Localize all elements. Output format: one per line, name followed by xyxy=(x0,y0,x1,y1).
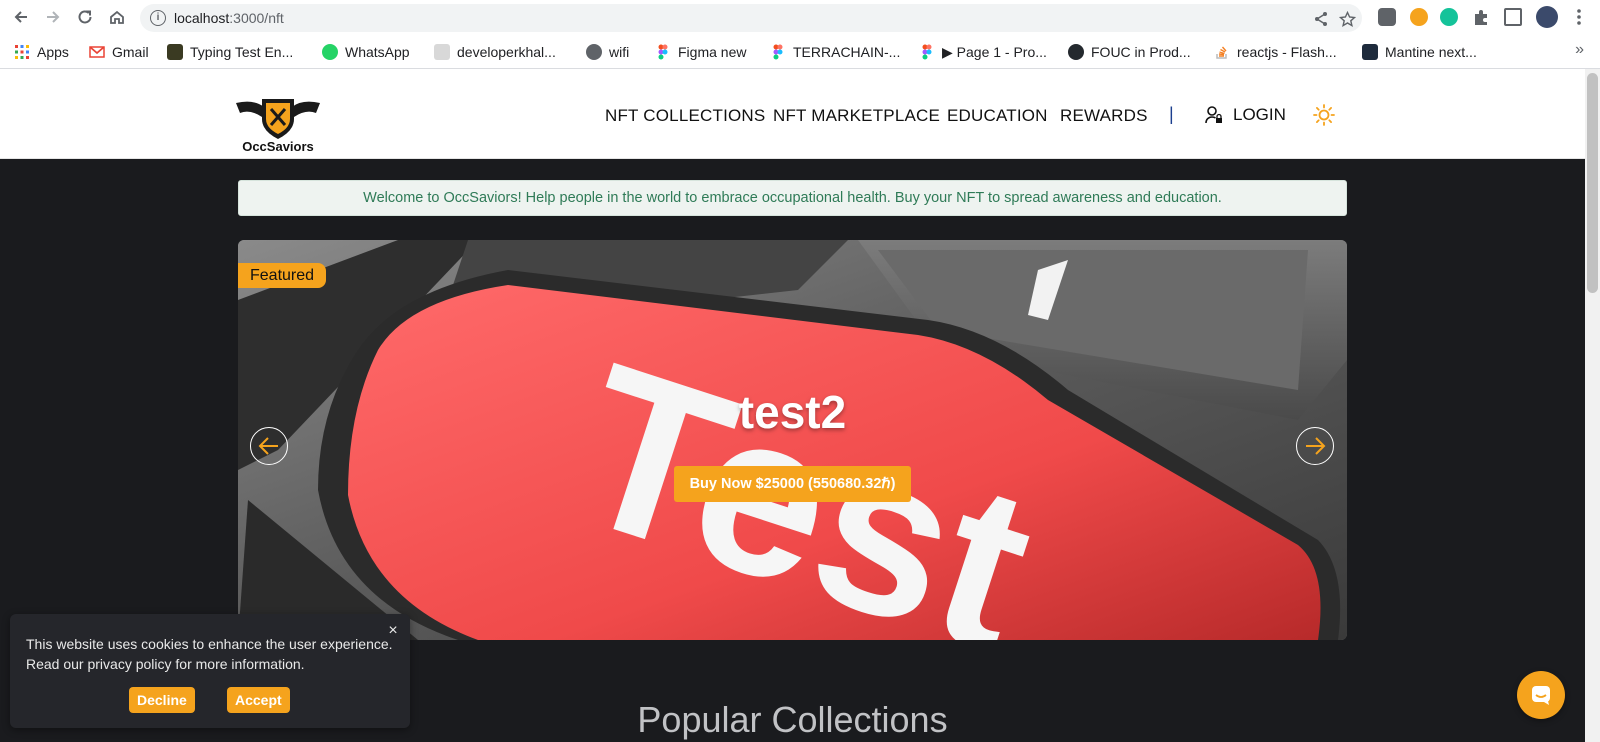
address-bar[interactable]: i localhost:3000/nft xyxy=(140,4,1362,32)
bookmark-terrachain[interactable]: TERRACHAIN-... xyxy=(770,42,900,62)
stackoverflow-icon xyxy=(1214,44,1230,60)
react-icon xyxy=(1362,44,1378,60)
github-icon xyxy=(1068,44,1084,60)
reload-icon[interactable] xyxy=(74,6,96,28)
profile-avatar[interactable] xyxy=(1536,6,1558,28)
share-icon[interactable] xyxy=(1312,10,1330,28)
user-lock-icon xyxy=(1205,106,1222,124)
bookmark-mantine[interactable]: Mantine next... xyxy=(1362,42,1477,62)
url-host: localhost xyxy=(174,10,230,26)
bookmark-label: WhatsApp xyxy=(345,44,410,60)
site-info-icon[interactable]: i xyxy=(150,10,166,26)
bookmarks-overflow-icon[interactable]: » xyxy=(1575,41,1584,59)
nav-divider: | xyxy=(1169,104,1174,124)
url-path: :3000/nft xyxy=(229,10,284,26)
cookie-consent-banner: This website uses cookies to enhance the… xyxy=(10,614,410,728)
home-icon[interactable] xyxy=(106,6,128,28)
star-bookmark-icon[interactable] xyxy=(1338,10,1356,28)
login-button[interactable]: LOGIN xyxy=(1205,105,1286,125)
carousel-next-arrow-icon[interactable] xyxy=(1296,427,1334,465)
chat-launcher-icon[interactable] xyxy=(1517,671,1565,719)
bookmark-wifi[interactable]: wifi xyxy=(586,42,629,62)
bookmark-label: reactjs - Flash... xyxy=(1237,44,1337,60)
cookie-decline-button[interactable]: Decline xyxy=(129,687,195,713)
globe-icon xyxy=(586,44,602,60)
figma-icon xyxy=(770,44,786,60)
browser-toolbar: i localhost:3000/nft xyxy=(0,0,1600,35)
url-text: localhost:3000/nft xyxy=(174,10,284,26)
scrollbar-thumb[interactable] xyxy=(1587,73,1598,293)
cookie-message: This website uses cookies to enhance the… xyxy=(26,636,393,672)
bookmark-figma-new[interactable]: Figma new xyxy=(655,42,746,62)
page-scrollbar[interactable] xyxy=(1585,69,1600,742)
bookmark-label: Mantine next... xyxy=(1385,44,1477,60)
extension-g-icon[interactable] xyxy=(1410,8,1428,26)
bookmark-page-1[interactable]: ▶ Page 1 - Pro... xyxy=(919,42,1047,62)
bookmark-typing-test[interactable]: Typing Test En... xyxy=(167,42,293,62)
bookmark-label: ▶ Page 1 - Pro... xyxy=(942,43,1047,60)
bookmark-label: developerkhal... xyxy=(457,44,556,60)
logo-text: OccSaviors xyxy=(242,139,314,154)
featured-carousel: Test Featured test2 Buy Now $25000 (5506… xyxy=(238,240,1347,640)
grammarly-icon[interactable] xyxy=(1440,8,1458,26)
forward-icon[interactable] xyxy=(42,6,64,28)
side-panel-icon[interactable] xyxy=(1504,8,1522,26)
bookmark-apps[interactable]: Apps xyxy=(14,42,69,62)
figma-icon xyxy=(919,44,935,60)
nav-education[interactable]: EDUCATION xyxy=(947,105,1048,127)
login-label: LOGIN xyxy=(1233,105,1286,124)
buy-now-button[interactable]: Buy Now $25000 (550680.32ℏ) xyxy=(674,466,911,502)
nav-nft-marketplace[interactable]: NFT MARKETPLACE xyxy=(773,105,940,127)
puzzle-extensions-icon[interactable] xyxy=(1472,8,1490,26)
bookmarks-bar: Apps Gmail Typing Test En... WhatsApp de… xyxy=(0,35,1600,69)
featured-nft-title: test2 xyxy=(738,386,847,438)
bookmark-reactjs[interactable]: reactjs - Flash... xyxy=(1214,42,1337,62)
browser-menu-icon[interactable] xyxy=(1568,6,1590,28)
apps-grid-icon xyxy=(14,44,30,60)
cookie-close-icon[interactable]: × xyxy=(386,623,400,639)
bookmark-label: wifi xyxy=(609,44,630,60)
figma-icon xyxy=(655,44,671,60)
gmail-icon xyxy=(89,44,105,60)
featured-badge: Featured xyxy=(238,263,327,288)
developer-icon xyxy=(434,44,450,60)
extension-icon[interactable] xyxy=(1378,8,1396,26)
back-icon[interactable] xyxy=(10,6,32,28)
bookmark-gmail[interactable]: Gmail xyxy=(89,42,149,62)
shield-wings-logo-icon xyxy=(236,99,320,139)
bookmark-label: Typing Test En... xyxy=(190,44,294,60)
featured-nft-image: Test xyxy=(238,240,1347,640)
nav-nft-collections[interactable]: NFT COLLECTIONS xyxy=(605,105,765,127)
typing-test-icon xyxy=(167,44,183,60)
bookmark-fouc[interactable]: FOUC in Prod... xyxy=(1068,42,1191,62)
bookmark-label: Gmail xyxy=(112,44,149,60)
cookie-accept-button[interactable]: Accept xyxy=(227,687,290,713)
nav-rewards[interactable]: REWARDS xyxy=(1060,105,1148,127)
page-viewport: OccSaviors NFT COLLECTIONS NFT MARKETPLA… xyxy=(0,69,1585,742)
bookmark-label: Apps xyxy=(37,44,69,60)
whatsapp-icon xyxy=(322,44,338,60)
bookmark-label: Figma new xyxy=(678,44,747,60)
bookmark-whatsapp[interactable]: WhatsApp xyxy=(322,42,410,62)
site-logo[interactable]: OccSaviors xyxy=(236,95,320,155)
theme-toggle-sun-icon[interactable] xyxy=(1312,103,1336,127)
bookmark-label: FOUC in Prod... xyxy=(1091,44,1191,60)
welcome-alert: Welcome to OccSaviors! Help people in th… xyxy=(238,180,1347,216)
bookmark-label: TERRACHAIN-... xyxy=(793,44,901,60)
site-header: OccSaviors NFT COLLECTIONS NFT MARKETPLA… xyxy=(0,69,1585,159)
carousel-prev-arrow-icon[interactable] xyxy=(250,427,288,465)
bookmark-developerkhal[interactable]: developerkhal... xyxy=(434,42,556,62)
